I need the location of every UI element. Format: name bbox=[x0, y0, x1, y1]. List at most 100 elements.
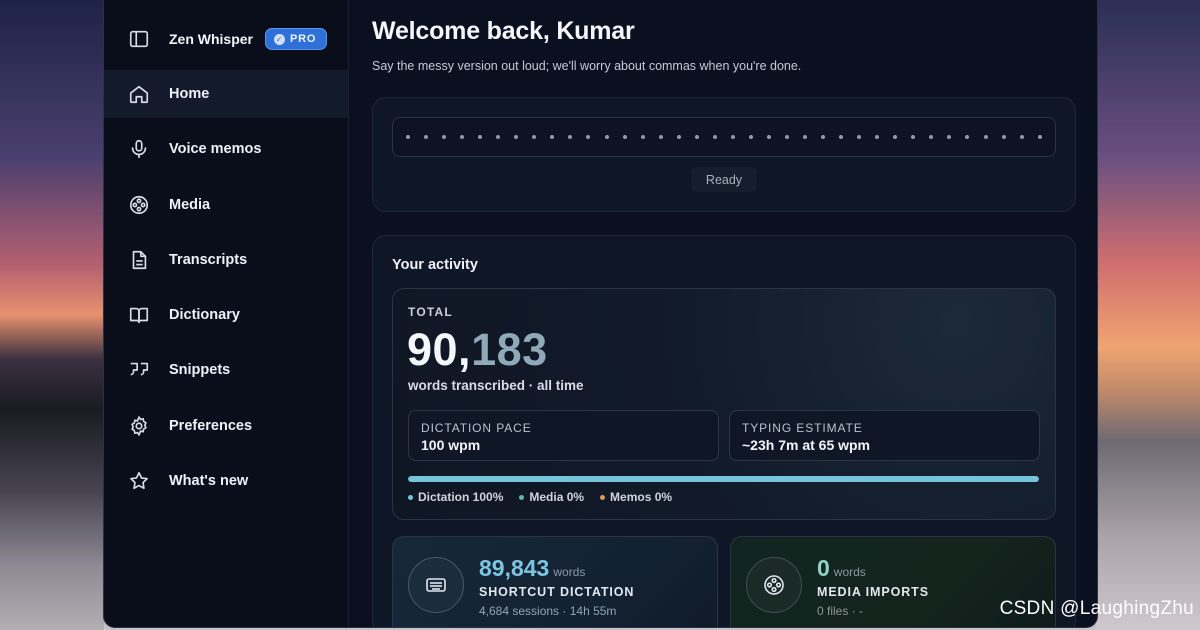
wave-dot bbox=[983, 135, 988, 139]
wave-dot bbox=[424, 135, 429, 139]
total-value: 90,183 bbox=[407, 324, 548, 376]
wave-dot bbox=[640, 135, 645, 139]
total-value-tail: 183 bbox=[471, 324, 548, 375]
legend-swatch bbox=[408, 494, 413, 500]
wave-dot bbox=[1019, 135, 1024, 139]
wave-dot bbox=[784, 135, 789, 139]
recorder-status: Ready bbox=[691, 167, 757, 192]
pro-badge-label: PRO bbox=[290, 33, 317, 45]
watermark: CSDN @LaughingZhu bbox=[999, 598, 1194, 619]
sidebar-item-preferences[interactable]: Preferences bbox=[104, 402, 348, 450]
wave-dot bbox=[893, 135, 898, 139]
legend-item-memos: Memos 0% bbox=[600, 490, 672, 504]
sidebar-toggle-icon[interactable] bbox=[128, 28, 150, 50]
sidebar-item-label: Transcripts bbox=[169, 251, 248, 268]
sidebar-item-transcripts[interactable]: Transcripts bbox=[104, 236, 348, 284]
wallpaper-left bbox=[0, 0, 104, 630]
wave-dot bbox=[730, 135, 735, 139]
total-caption: words transcribed · all time bbox=[408, 378, 584, 393]
shortcut-words-value: 89,843 words bbox=[479, 555, 585, 582]
legend-item-dictation: Dictation 100% bbox=[408, 490, 503, 504]
activity-card: Your activity TOTAL 90,183 words transcr… bbox=[372, 235, 1076, 627]
quote-icon bbox=[128, 359, 150, 381]
legend-label: Dictation 100% bbox=[418, 490, 504, 504]
waveform[interactable] bbox=[392, 117, 1056, 157]
wave-dot bbox=[803, 135, 808, 139]
film-reel-icon bbox=[746, 557, 802, 613]
wave-dot bbox=[604, 135, 609, 139]
keyboard-icon bbox=[408, 557, 464, 613]
sidebar-item-voice-memos[interactable]: Voice memos bbox=[104, 125, 348, 173]
wave-dot bbox=[839, 135, 844, 139]
verified-check-icon: ✓ bbox=[274, 33, 286, 45]
wave-dot bbox=[857, 135, 862, 139]
wave-dot bbox=[766, 135, 771, 139]
film-reel-icon bbox=[128, 194, 150, 216]
card-value: 89,843 bbox=[479, 555, 550, 581]
card-caption: MEDIA IMPORTS bbox=[817, 585, 929, 599]
sidebar-item-label: Home bbox=[169, 86, 210, 102]
stat-key: TYPING ESTIMATE bbox=[742, 421, 863, 435]
sidebar-item-whats-new[interactable]: What's new bbox=[104, 457, 348, 505]
pro-badge: ✓ PRO bbox=[265, 28, 328, 50]
wave-dot bbox=[712, 135, 717, 139]
wave-dot bbox=[568, 135, 573, 139]
wave-dot bbox=[875, 135, 880, 139]
sidebar-item-label: Preferences bbox=[169, 417, 253, 434]
sidebar-item-label: Media bbox=[169, 196, 211, 213]
book-icon bbox=[128, 304, 150, 326]
card-unit: words bbox=[553, 565, 586, 579]
home-icon bbox=[128, 83, 150, 105]
sidebar-item-label: Dictionary bbox=[169, 307, 240, 324]
sidebar-item-dictionary[interactable]: Dictionary bbox=[104, 291, 348, 339]
wave-dot bbox=[622, 135, 627, 139]
total-label: TOTAL bbox=[408, 305, 453, 319]
total-card: TOTAL 90,183 words transcribed · all tim… bbox=[392, 288, 1056, 520]
sidebar-item-home[interactable]: Home bbox=[104, 70, 348, 118]
stat-key: DICTATION PACE bbox=[421, 421, 532, 435]
sidebar-item-media[interactable]: Media bbox=[104, 181, 348, 229]
star-icon bbox=[128, 470, 150, 492]
sidebar-item-snippets[interactable]: Snippets bbox=[104, 346, 348, 394]
wave-dot bbox=[406, 135, 410, 139]
document-icon bbox=[128, 249, 150, 271]
sidebar-nav: Home Voice memos Media Transcripts Dicti… bbox=[104, 70, 348, 512]
legend-swatch bbox=[600, 494, 606, 500]
wave-dot bbox=[460, 135, 465, 139]
dictation-progress-fill bbox=[408, 476, 1039, 482]
recorder-card: Ready bbox=[372, 97, 1076, 212]
wave-dot bbox=[514, 135, 519, 139]
wave-dot bbox=[1001, 135, 1006, 139]
gear-icon bbox=[128, 415, 150, 437]
source-legend: Dictation 100% Media 0% Memos 0% bbox=[408, 490, 672, 504]
legend-label: Media 0% bbox=[529, 490, 585, 504]
wave-dot bbox=[911, 135, 916, 139]
stat-value: ~23h 7m at 65 wpm bbox=[742, 437, 871, 453]
sidebar-item-label: Voice memos bbox=[169, 141, 262, 158]
shortcut-dictation-card[interactable]: 89,843 words SHORTCUT DICTATION 4,684 ses… bbox=[392, 536, 718, 627]
wave-dot bbox=[929, 135, 934, 139]
card-meta: 4,684 sessions · 14h 55m bbox=[479, 604, 617, 618]
app-name: Zen Whisper bbox=[169, 31, 254, 47]
page-subtitle: Say the messy version out loud; we'll wo… bbox=[372, 59, 802, 73]
wave-dot bbox=[748, 135, 753, 139]
wave-dot bbox=[1037, 135, 1042, 139]
page-title: Welcome back, Kumar bbox=[372, 17, 635, 45]
wave-dot bbox=[676, 135, 681, 139]
wave-dot bbox=[694, 135, 699, 139]
wave-dot bbox=[965, 135, 970, 139]
legend-item-media: Media 0% bbox=[519, 490, 584, 504]
microphone-icon bbox=[128, 138, 150, 160]
total-value-head: 90, bbox=[407, 324, 472, 375]
sidebar-item-label: Snippets bbox=[169, 362, 231, 379]
stat-value: 100 wpm bbox=[421, 437, 481, 453]
wave-dot bbox=[821, 135, 826, 139]
wave-dot bbox=[442, 135, 447, 139]
media-words-value: 0 words bbox=[817, 555, 866, 582]
typing-estimate-stat: TYPING ESTIMATE ~23h 7m at 65 wpm bbox=[729, 410, 1040, 461]
wave-dot bbox=[658, 135, 663, 139]
source-progress-bar bbox=[408, 476, 1039, 482]
card-caption: SHORTCUT DICTATION bbox=[479, 585, 635, 599]
wave-dot bbox=[947, 135, 952, 139]
dictation-pace-stat: DICTATION PACE 100 wpm bbox=[408, 410, 719, 461]
